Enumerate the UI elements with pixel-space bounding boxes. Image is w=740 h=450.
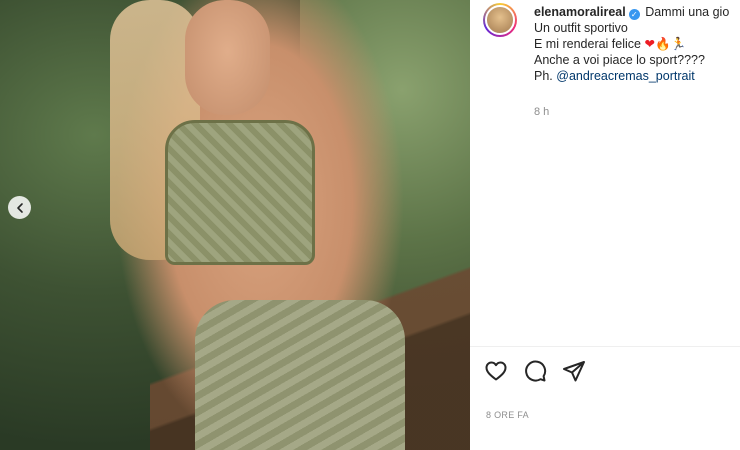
like-button[interactable]	[484, 359, 508, 383]
photo-credit: Ph. @andreacremas_portrait	[534, 68, 740, 84]
comment-icon	[525, 360, 547, 382]
verified-badge-icon: ✓	[628, 9, 640, 20]
caption-line: Anche a voi piace lo sport????	[534, 53, 705, 67]
fire-emoji-icon: 🔥	[654, 37, 671, 51]
username-link[interactable]: elenamoralireal	[534, 5, 626, 19]
caption-timestamp[interactable]: 8 h	[534, 106, 549, 118]
post-side-panel: elenamoralireal ✓ Dammi una gio Un outfit…	[470, 0, 740, 450]
caption-first-line: elenamoralireal ✓ Dammi una gio	[534, 4, 740, 20]
caption-line-with-emoji: E mi renderai felice ❤🔥🏃	[534, 36, 740, 52]
sports-bra	[165, 120, 315, 265]
divider	[470, 346, 740, 347]
post-timestamp[interactable]: 8 ORE FA	[486, 410, 529, 420]
photo-credit-prefix: Ph.	[534, 69, 557, 83]
share-icon	[563, 361, 585, 382]
share-button[interactable]	[562, 359, 586, 383]
heart-emoji-icon: ❤	[644, 37, 655, 51]
post-actions	[484, 359, 586, 383]
post-photo	[0, 0, 470, 450]
avatar[interactable]	[485, 5, 515, 35]
caption-line: Un outfit sportivo	[534, 21, 628, 35]
heart-icon	[485, 361, 507, 381]
sports-leggings	[195, 300, 405, 450]
caption-text-start: Dammi una gio	[645, 5, 730, 19]
story-ring[interactable]	[483, 3, 517, 37]
previous-photo-button[interactable]	[8, 196, 31, 219]
model-face	[185, 0, 270, 115]
mention-link[interactable]: @andreacremas_portrait	[556, 69, 694, 83]
chevron-left-icon	[16, 202, 23, 213]
runner-emoji-icon: 🏃	[670, 37, 687, 51]
comment-button[interactable]	[523, 359, 547, 383]
caption-line: E mi renderai felice	[534, 37, 641, 51]
post-caption: elenamoralireal ✓ Dammi una gio Un outfit…	[534, 4, 740, 84]
